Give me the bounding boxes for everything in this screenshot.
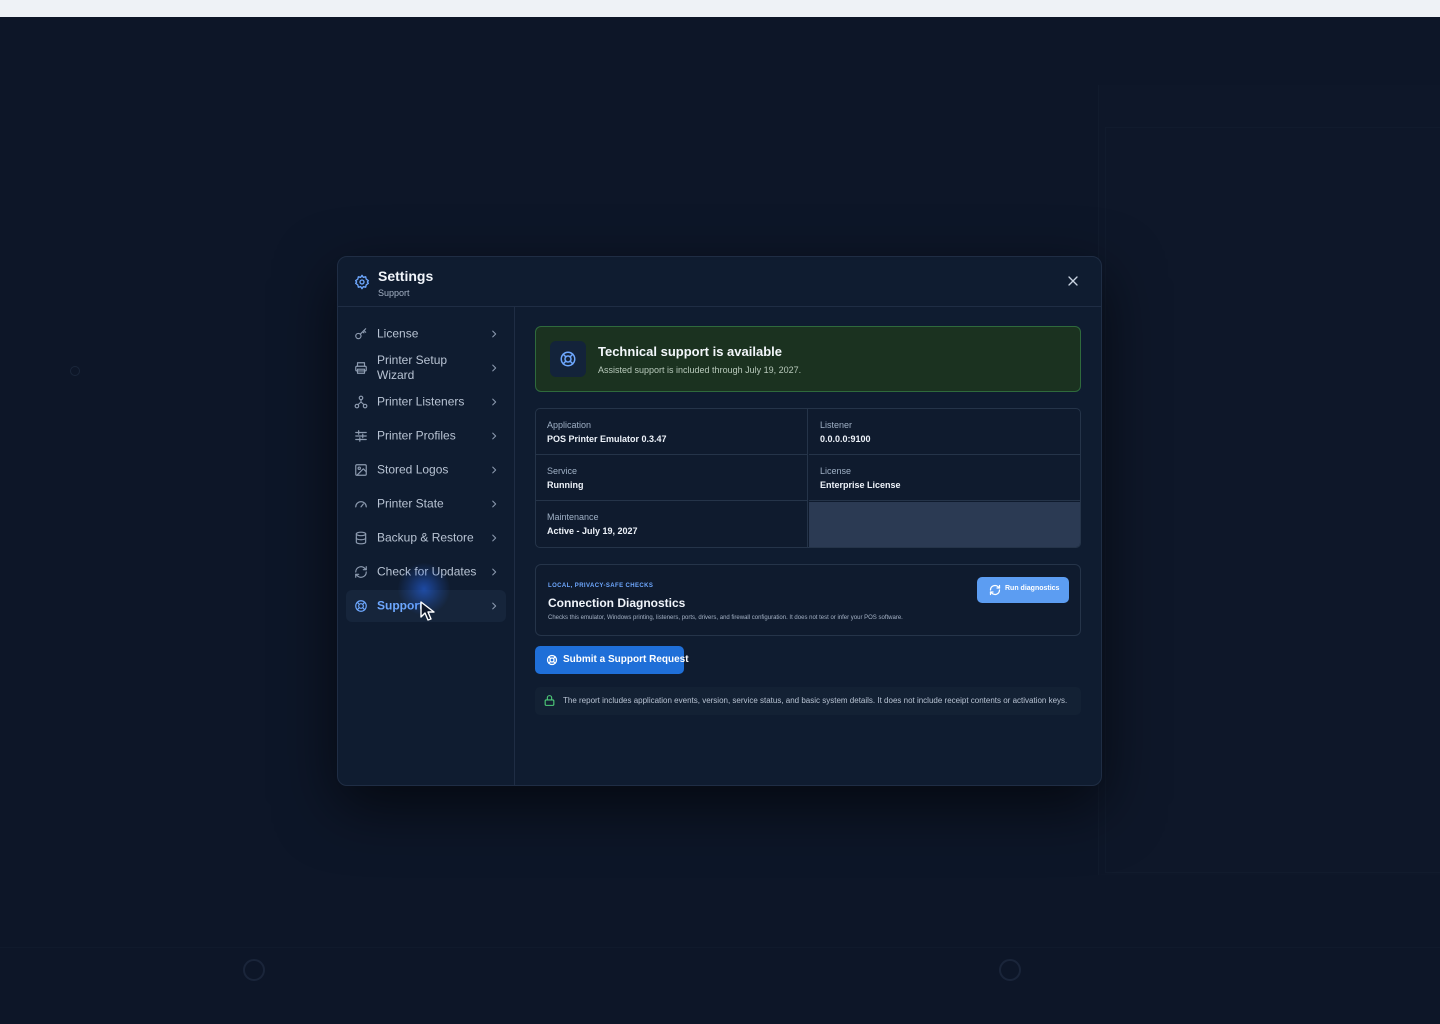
run-diagnostics-button[interactable]: Run diagnostics (977, 577, 1069, 603)
privacy-note-text: The report includes application events, … (563, 696, 1068, 705)
background-gauge-icon (243, 959, 265, 981)
run-diagnostics-label: Run diagnostics (1005, 585, 1060, 592)
chevron-right-icon (492, 398, 497, 406)
banner-icon-box (550, 341, 586, 377)
sidebar-item-label: Backup & Restore (377, 530, 474, 545)
sidebar-item-label: Support (377, 598, 423, 613)
info-label: Listener (820, 420, 853, 430)
modal-title: Settings (378, 268, 434, 284)
lifebuoy-icon (560, 351, 576, 367)
sidebar-item-printer-profiles[interactable]: Printer Profiles (346, 420, 506, 452)
submit-support-request-button[interactable]: Submit a Support Request (535, 646, 689, 674)
background-lifebuoy-icon (999, 959, 1021, 981)
image-icon (355, 464, 367, 476)
sidebar-item-support[interactable]: Support (346, 590, 506, 622)
submit-support-request-label: Submit a Support Request (563, 654, 689, 665)
info-label: Service (547, 466, 578, 476)
lifebuoy-icon (355, 600, 367, 612)
sidebar-item-label: License (377, 326, 419, 341)
background-receipt-panel (1098, 85, 1440, 875)
info-label: Maintenance (547, 512, 599, 522)
chevron-right-icon (492, 466, 497, 474)
info-value: Running (547, 480, 584, 490)
background-receipt-area (1105, 127, 1440, 873)
lifebuoy-icon (546, 654, 558, 666)
browser-top-strip (0, 0, 1440, 17)
privacy-note: The report includes application events, … (535, 687, 1081, 715)
info-cell-license: License Enterprise License (809, 455, 1080, 501)
info-cell-application: Application POS Printer Emulator 0.3.47 (536, 409, 808, 455)
chevron-right-icon (492, 568, 497, 576)
settings-sidebar: License Printer Setup Wizard Printer Lis… (338, 307, 515, 785)
sidebar-item-check-for-updates[interactable]: Check for Updates (346, 556, 506, 588)
sidebar-item-printer-state[interactable]: Printer State (346, 488, 506, 520)
sidebar-item-label: Stored Logos (377, 462, 449, 477)
diagnostics-title: Connection Diagnostics (548, 596, 686, 610)
sidebar-item-printer-setup-wizard[interactable]: Printer Setup Wizard (346, 350, 506, 386)
lock-icon (544, 695, 555, 706)
sidebar-item-label: Printer State (377, 496, 444, 511)
gear-icon (355, 274, 369, 290)
gauge-icon (355, 501, 367, 508)
sidebar-item-label: Check for Updates (377, 564, 477, 579)
database-icon (355, 531, 367, 545)
refresh-icon (989, 584, 1001, 596)
connection-diagnostics-card: Local, privacy-safe checks Connection Di… (535, 564, 1081, 636)
background-field-icon (70, 366, 80, 376)
sidebar-item-printer-listeners[interactable]: Printer Listeners (346, 386, 506, 418)
info-cell-service: Service Running (536, 455, 808, 501)
info-value: POS Printer Emulator 0.3.47 (547, 434, 667, 444)
chevron-right-icon (492, 432, 497, 440)
info-value: Active - July 19, 2027 (547, 526, 638, 536)
sidebar-item-label: Printer Profiles (377, 428, 456, 443)
sliders-icon (355, 430, 367, 442)
sidebar-item-license[interactable]: License (346, 318, 506, 350)
sidebar-item-label: Printer Listeners (377, 394, 465, 409)
banner-text: Assisted support is included through Jul… (598, 365, 802, 375)
chevron-right-icon (492, 500, 497, 508)
info-value: 0.0.0.0:9100 (820, 434, 871, 444)
refresh-icon (355, 566, 367, 578)
info-cell-listener: Listener 0.0.0.0:9100 (809, 409, 1080, 455)
modal-subtitle: Support (378, 288, 410, 298)
chevron-right-icon (492, 364, 497, 372)
modal-header: Settings Support (338, 257, 1101, 307)
system-info-grid: Application POS Printer Emulator 0.3.47 … (535, 408, 1081, 548)
banner-title: Technical support is available (598, 344, 782, 359)
support-status-banner: Technical support is available Assisted … (535, 326, 1081, 392)
info-cell-maintenance: Maintenance Active - July 19, 2027 (536, 501, 808, 547)
close-icon[interactable] (1065, 273, 1081, 289)
info-label: License (820, 466, 852, 476)
info-label: Application (547, 420, 592, 430)
info-cell-empty (809, 502, 1080, 547)
sidebar-item-stored-logos[interactable]: Stored Logos (346, 454, 506, 486)
info-value: Enterprise License (820, 480, 901, 490)
chevron-right-icon (492, 330, 497, 338)
chevron-right-icon (492, 602, 497, 610)
key-icon (355, 328, 367, 340)
background-bottom-bar (0, 947, 1440, 1007)
sidebar-item-label: Printer Setup Wizard (377, 353, 448, 382)
network-icon (354, 395, 368, 409)
sidebar-item-backup-restore[interactable]: Backup & Restore (346, 522, 506, 554)
chevron-right-icon (492, 534, 497, 542)
diagnostics-tag: Local, privacy-safe checks (548, 583, 654, 589)
printer-icon (355, 362, 367, 374)
settings-modal: Settings Support License Printer Setup W… (337, 256, 1102, 786)
diagnostics-description: Checks this emulator, Windows printing, … (548, 615, 903, 621)
